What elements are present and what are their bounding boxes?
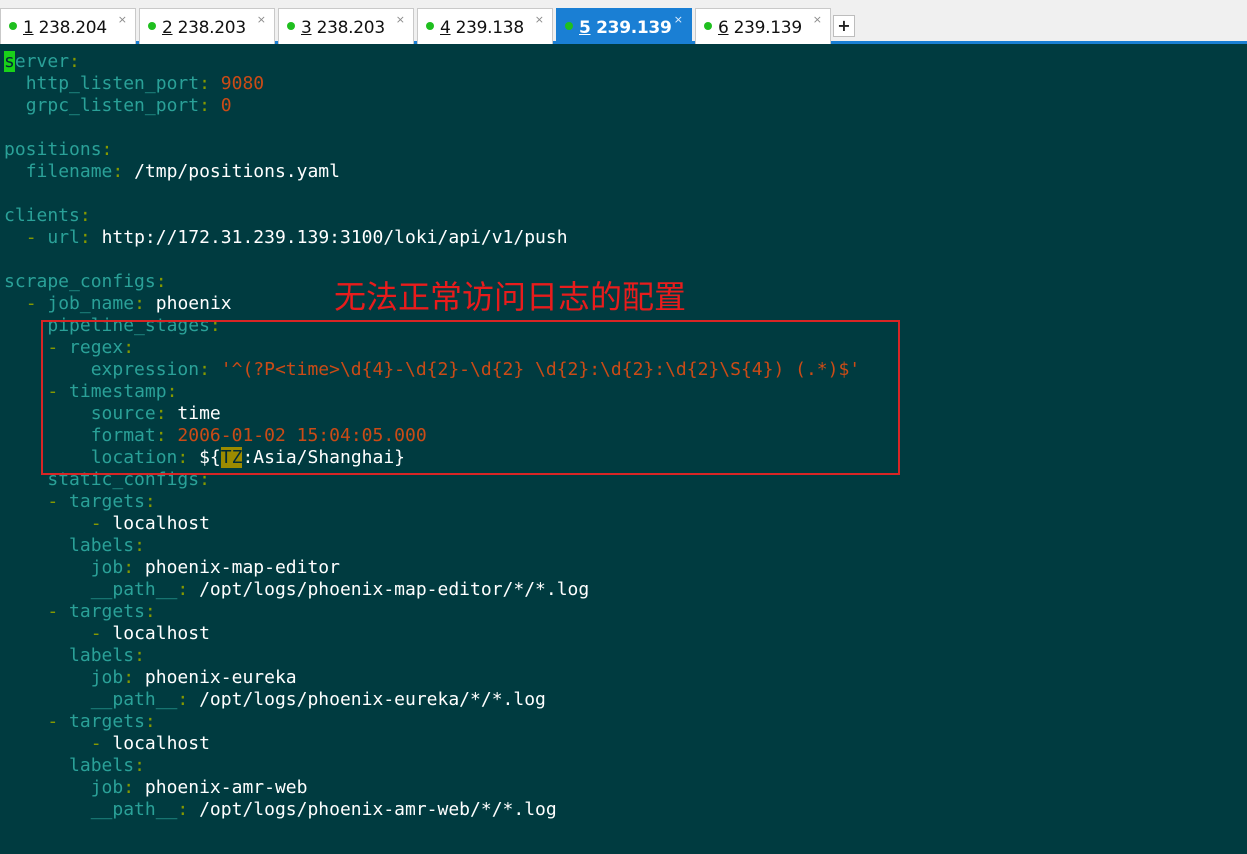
code-line: scrape_configs: bbox=[4, 271, 167, 292]
code-line: filename: /tmp/positions.yaml bbox=[25, 161, 340, 182]
code-line: - url: http://172.31.239.139:3100/loki/a… bbox=[25, 227, 568, 248]
close-icon[interactable]: × bbox=[257, 13, 266, 26]
tab-5[interactable]: 5 239.139 × bbox=[556, 8, 692, 44]
code-line: job: phoenix-map-editor bbox=[90, 557, 340, 578]
code-line: grpc_listen_port: 0 bbox=[25, 95, 232, 116]
status-dot-icon bbox=[148, 22, 156, 30]
code-line: - job_name: phoenix bbox=[25, 293, 232, 314]
code-line: __path__: /opt/logs/phoenix-map-editor/*… bbox=[90, 579, 590, 600]
tab-4[interactable]: 4 239.138 × bbox=[417, 8, 553, 44]
code-line: - localhost bbox=[90, 623, 210, 644]
code-line: __path__: /opt/logs/phoenix-eureka/*/*.l… bbox=[90, 689, 546, 710]
tab-1[interactable]: 1 238.204 × bbox=[0, 8, 136, 44]
code-line: server: bbox=[4, 51, 80, 72]
close-icon[interactable]: × bbox=[813, 13, 822, 26]
new-tab-button[interactable]: + bbox=[833, 15, 855, 37]
close-icon[interactable]: × bbox=[674, 13, 683, 26]
tab-bar: 1 238.204 × 2 238.203 × 3 238.203 × 4 23… bbox=[0, 0, 1247, 44]
code-line: labels: bbox=[69, 645, 145, 666]
status-dot-icon bbox=[704, 22, 712, 30]
code-line: job: phoenix-eureka bbox=[90, 667, 297, 688]
tab-label: 5 239.139 bbox=[579, 18, 672, 38]
code-line: - targets: bbox=[47, 491, 156, 512]
status-dot-icon bbox=[9, 22, 17, 30]
close-icon[interactable]: × bbox=[118, 13, 127, 26]
tab-label: 4 239.138 bbox=[440, 18, 524, 38]
text-cursor: s bbox=[4, 51, 15, 72]
tab-6[interactable]: 6 239.139 × bbox=[695, 8, 831, 44]
code-line: job: phoenix-amr-web bbox=[90, 777, 308, 798]
status-dot-icon bbox=[565, 22, 573, 30]
status-dot-icon bbox=[426, 22, 434, 30]
tab-label: 6 239.139 bbox=[718, 18, 802, 38]
code-line: http_listen_port: 9080 bbox=[25, 73, 265, 94]
code-line: labels: bbox=[69, 535, 145, 556]
close-icon[interactable]: × bbox=[535, 13, 544, 26]
code-line: - localhost bbox=[90, 513, 210, 534]
tab-label: 1 238.204 bbox=[23, 18, 107, 38]
close-icon[interactable]: × bbox=[396, 13, 405, 26]
tab-3[interactable]: 3 238.203 × bbox=[278, 8, 414, 44]
annotation-box bbox=[41, 320, 900, 475]
tab-2[interactable]: 2 238.203 × bbox=[139, 8, 275, 44]
code-line: labels: bbox=[69, 755, 145, 776]
status-dot-icon bbox=[287, 22, 295, 30]
code-line: - targets: bbox=[47, 711, 156, 732]
annotation-text: 无法正常访问日志的配置 bbox=[334, 278, 687, 316]
tab-label: 2 238.203 bbox=[162, 18, 246, 38]
code-line: clients: bbox=[4, 205, 91, 226]
code-line: positions: bbox=[4, 139, 113, 160]
code-line: - targets: bbox=[47, 601, 156, 622]
tab-label: 3 238.203 bbox=[301, 18, 385, 38]
code-line: - localhost bbox=[90, 733, 210, 754]
terminal-editor[interactable]: server: http_listen_port: 9080 grpc_list… bbox=[0, 51, 1247, 854]
code-line: __path__: /opt/logs/phoenix-amr-web/*/*.… bbox=[90, 799, 557, 820]
